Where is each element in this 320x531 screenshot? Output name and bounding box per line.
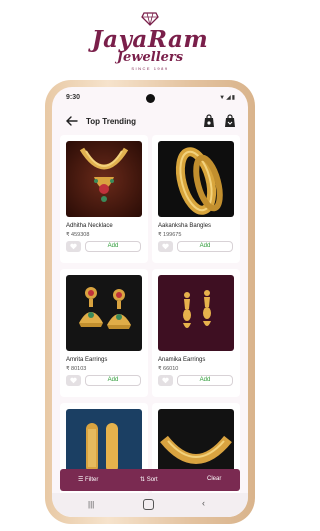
sort-label: Sort [146, 477, 158, 483]
back-arrow-icon[interactable] [65, 114, 79, 128]
product-card[interactable]: Adhitha Necklace ₹ 459308 Add [60, 135, 148, 263]
add-button[interactable]: Add [85, 241, 141, 252]
status-icons: ▼◢▮ [219, 95, 236, 101]
page-title: Top Trending [86, 117, 137, 126]
clear-button[interactable]: Clear [207, 476, 221, 482]
product-name: Amrita Earrings [66, 357, 108, 363]
phone-frame: 9:30 ▼◢▮ Top Trending Adhitha Necklace ₹… [45, 80, 255, 524]
app-screen: 9:30 ▼◢▮ Top Trending Adhitha Necklace ₹… [52, 87, 248, 517]
wishlist-button[interactable] [158, 375, 173, 386]
heart-icon [162, 243, 169, 250]
home-icon[interactable] [143, 499, 154, 510]
status-bar: 9:30 ▼◢▮ [52, 87, 248, 107]
add-button[interactable]: Add [85, 375, 141, 386]
system-nav-bar: ||| ‹ [52, 493, 248, 517]
sort-icon: ⇅ [140, 477, 147, 483]
cart-bag-icon[interactable] [224, 114, 236, 128]
brand-subtitle: Jewellers [116, 50, 184, 65]
heart-icon [70, 243, 77, 250]
product-card[interactable]: Anamika Earrings ₹ 66010 Add [152, 269, 240, 397]
product-name: Adhitha Necklace [66, 223, 113, 229]
product-card[interactable]: Aakanksha Bangles ₹ 199675 Add [152, 135, 240, 263]
product-price: ₹ 80103 [66, 366, 87, 372]
product-image[interactable] [158, 141, 234, 217]
wishlist-button[interactable] [158, 241, 173, 252]
product-card[interactable]: Amrita Earrings ₹ 80103 Add [60, 269, 148, 397]
filter-icon: ☰ [78, 477, 86, 483]
add-button[interactable]: Add [177, 375, 233, 386]
filter-label: Filter [85, 477, 99, 483]
product-image[interactable] [158, 275, 234, 351]
product-price: ₹ 199675 [158, 232, 182, 238]
product-name: Aakanksha Bangles [158, 223, 212, 229]
status-time: 9:30 [66, 94, 81, 101]
wishlist-button[interactable] [66, 375, 81, 386]
add-button[interactable]: Add [177, 241, 233, 252]
filter-sort-bar: ☰ Filter ⇅ Sort Clear [60, 469, 240, 491]
app-bar: Top Trending [52, 109, 248, 135]
brand-since: SINCE 1989 [131, 66, 169, 71]
product-image[interactable] [66, 141, 142, 217]
sort-button[interactable]: ⇅ Sort [140, 476, 158, 483]
product-price: ₹ 459308 [66, 232, 90, 238]
brand-header: JayaRam Jewellers SINCE 1989 [0, 0, 300, 78]
diamond-logo-icon [141, 12, 159, 26]
back-nav-icon[interactable]: ‹ [202, 498, 205, 508]
wishlist-button[interactable] [66, 241, 81, 252]
product-image[interactable] [66, 275, 142, 351]
heart-icon [162, 377, 169, 384]
camera-cutout [146, 94, 155, 103]
filter-button[interactable]: ☰ Filter [78, 476, 98, 483]
heart-icon [70, 377, 77, 384]
product-name: Anamika Earrings [158, 357, 206, 363]
product-price: ₹ 66010 [158, 366, 179, 372]
brand-title: JayaRam [91, 26, 209, 53]
shopping-bag-icon[interactable] [203, 114, 215, 128]
recents-icon[interactable]: ||| [88, 500, 94, 509]
